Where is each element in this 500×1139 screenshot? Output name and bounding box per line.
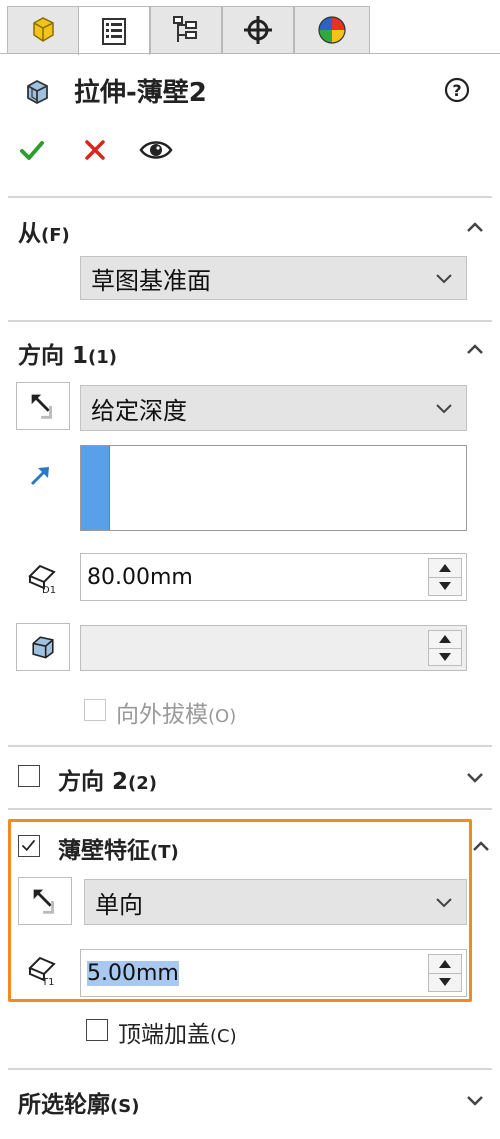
triangle-down-icon: [439, 582, 451, 591]
draft-outward-label: 向外拔模(O): [116, 702, 237, 728]
divider: [8, 745, 492, 747]
section-header-direction2[interactable]: 方向 2(2): [58, 762, 157, 796]
thickness-input[interactable]: 5.00mm: [80, 949, 467, 997]
action-buttons: [0, 130, 500, 174]
divider: [8, 196, 492, 198]
tab-configuration-manager[interactable]: [150, 6, 222, 54]
divider: [8, 808, 492, 810]
tab-display-manager[interactable]: [294, 6, 370, 54]
triangle-up-icon: [439, 563, 451, 572]
chevron-up-icon[interactable]: [462, 336, 488, 362]
depth-dimension-icon: D1: [28, 564, 56, 596]
depth-stepper[interactable]: [428, 558, 462, 596]
eye-icon: [139, 141, 173, 159]
chevron-up-icon[interactable]: [462, 214, 488, 240]
cap-ends-checkbox[interactable]: [86, 1019, 108, 1041]
help-icon[interactable]: ?: [443, 76, 471, 104]
configuration-manager-icon: [173, 16, 197, 42]
chevron-down-icon: [436, 274, 452, 284]
draft-icon: [32, 636, 54, 659]
tab-feature-manager[interactable]: [7, 6, 79, 54]
draft-stepper[interactable]: [428, 630, 462, 666]
check-icon: [20, 141, 44, 160]
draft-angle-input[interactable]: [80, 625, 467, 671]
decrement-button[interactable]: [429, 647, 461, 666]
selection-indicator: [81, 446, 110, 530]
chevron-down-icon[interactable]: [462, 1087, 488, 1113]
decrement-button[interactable]: [429, 972, 461, 992]
section-header-from[interactable]: 从(F): [18, 214, 70, 248]
triangle-down-icon: [439, 978, 451, 987]
chevron-down-icon[interactable]: [462, 764, 488, 790]
direction2-checkbox[interactable]: [18, 765, 40, 787]
thickness-stepper[interactable]: [428, 954, 462, 992]
divider: [8, 320, 492, 322]
chevron-down-icon: [436, 404, 452, 414]
direction-vector-icon: [30, 467, 49, 486]
reverse-direction-icon: [31, 394, 52, 419]
thin-feature-checkbox[interactable]: [18, 835, 40, 857]
property-manager-title-row: 拉伸-薄壁2 ?: [0, 66, 500, 116]
dimxpert-icon: [244, 16, 272, 44]
chevron-up-icon[interactable]: [472, 833, 492, 859]
end-condition-dropdown[interactable]: 给定深度: [80, 385, 467, 431]
svg-text:?: ?: [452, 81, 461, 100]
tab-dimxpert[interactable]: [222, 6, 294, 54]
divider: [8, 1068, 492, 1070]
chevron-down-icon: [436, 898, 452, 908]
from-dropdown[interactable]: 草图基准面: [80, 256, 467, 300]
svg-text:T1: T1: [41, 977, 54, 988]
ok-button[interactable]: [12, 130, 52, 170]
increment-button[interactable]: [429, 955, 461, 973]
tab-property-manager[interactable]: [78, 6, 150, 55]
tab-bar: [0, 0, 500, 55]
reverse-direction-button[interactable]: [16, 382, 70, 430]
increment-button[interactable]: [429, 631, 461, 648]
feature-manager-icon: [33, 17, 54, 42]
cap-ends-label: 顶端加盖(C): [118, 1022, 237, 1048]
depth-input[interactable]: 80.00mm: [80, 553, 467, 601]
cancel-button[interactable]: [75, 130, 115, 170]
section-header-thin-feature[interactable]: 薄壁特征(T): [58, 831, 179, 865]
close-icon: [85, 140, 105, 160]
triangle-up-icon: [439, 959, 451, 968]
extrude-feature-icon: [27, 79, 48, 105]
section-header-selected-contours[interactable]: 所选轮廓(S): [18, 1085, 139, 1119]
draft-outward-checkbox[interactable]: [84, 699, 106, 721]
page-title: 拉伸-薄壁2: [74, 78, 207, 108]
display-manager-icon: [318, 16, 346, 44]
decrement-button[interactable]: [429, 576, 461, 596]
checkmark-icon: [21, 839, 36, 852]
thin-reverse-direction-button[interactable]: [18, 877, 72, 925]
increment-button[interactable]: [429, 559, 461, 577]
draft-toggle-button[interactable]: [16, 623, 70, 671]
triangle-up-icon: [439, 635, 451, 644]
thickness-dimension-icon: T1: [28, 956, 56, 988]
section-header-direction1[interactable]: 方向 1(1): [18, 336, 117, 370]
property-manager-icon: [102, 18, 126, 45]
svg-text:D1: D1: [42, 585, 56, 596]
direction-selection-box[interactable]: [80, 445, 467, 531]
preview-button[interactable]: [136, 130, 176, 170]
triangle-down-icon: [439, 652, 451, 661]
thin-type-dropdown[interactable]: 单向: [84, 879, 467, 925]
reverse-direction-icon: [33, 889, 54, 914]
